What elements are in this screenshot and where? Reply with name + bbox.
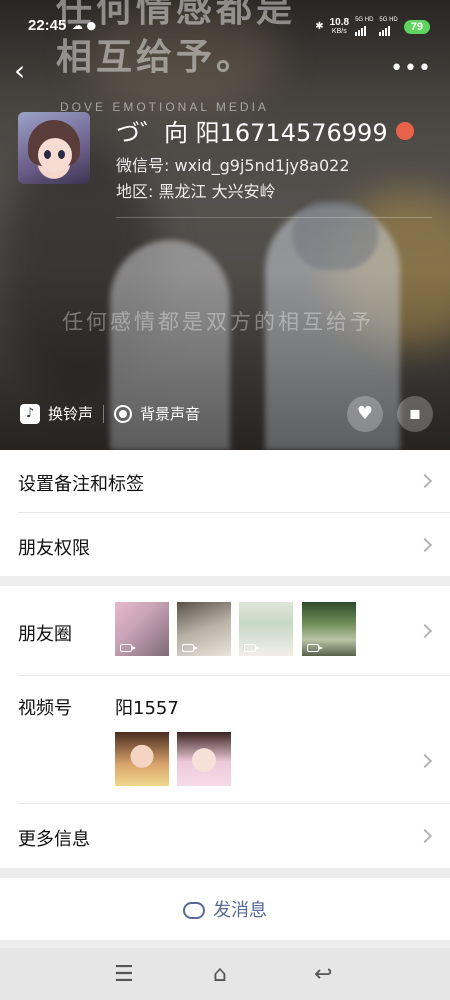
wechat-id: 微信号: wxid_g9j5nd1jy8a022 bbox=[116, 156, 350, 175]
wechat-contact-profile: 任何情感都是 相互给予。 DOVE EMOTIONAL MEDIA 任何感情都是… bbox=[0, 0, 450, 1000]
region: 地区: 黑龙江 大兴安岭 bbox=[116, 182, 276, 201]
top-nav: ‹ ••• bbox=[0, 52, 450, 92]
moments-thumb bbox=[239, 602, 293, 656]
notification-icons: ☁ ● bbox=[72, 19, 97, 32]
moments-label: 朋友圈 bbox=[18, 624, 72, 645]
sound-icon bbox=[114, 404, 133, 423]
return-icon[interactable]: ↩ bbox=[314, 962, 332, 987]
avatar[interactable] bbox=[18, 112, 90, 184]
music-note-icon: ♪ bbox=[20, 403, 40, 424]
channels-row[interactable]: 视频号 阳1557 bbox=[0, 676, 450, 804]
signal-1-icon bbox=[355, 24, 367, 36]
system-nav-bar: ☰ ⌂ ↩ bbox=[0, 948, 450, 1000]
sim2-label: 5G HD bbox=[379, 17, 398, 23]
status-time: 22:45 bbox=[28, 17, 67, 34]
sound-options: ♪ 换铃声 背景声音 bbox=[20, 403, 200, 424]
chevron-right-icon bbox=[417, 537, 433, 553]
chevron-right-icon bbox=[417, 473, 433, 489]
content-section: 朋友圈 视频号 阳1557 更多信息 bbox=[0, 586, 450, 868]
friend-permissions-row[interactable]: 朋友权限 bbox=[0, 513, 450, 576]
moments-thumb bbox=[302, 602, 356, 656]
channels-label: 视频号 bbox=[18, 698, 72, 719]
net-speed: 10.8 bbox=[329, 16, 350, 28]
net-unit: KB/s bbox=[331, 27, 347, 35]
more-dots-icon[interactable]: ••• bbox=[390, 56, 432, 81]
chevron-right-icon bbox=[417, 828, 433, 844]
sim1-label: 5G HD bbox=[355, 17, 374, 23]
menu-icon[interactable]: ☰ bbox=[114, 962, 134, 987]
video-icon bbox=[120, 644, 136, 652]
chat-bubble-icon bbox=[183, 902, 205, 919]
background-sound-button[interactable]: 背景声音 bbox=[140, 403, 200, 424]
settings-section: 设置备注和标签 朋友权限 bbox=[0, 450, 450, 576]
remark-tags-row[interactable]: 设置备注和标签 bbox=[0, 450, 450, 513]
moments-thumb bbox=[177, 602, 231, 656]
signal-2-icon bbox=[379, 24, 391, 36]
bluetooth-icon: ✱ bbox=[315, 21, 324, 32]
chevron-right-icon bbox=[417, 753, 433, 769]
status-bar: 22:45 ☁ ● ✱ 10.8 KB/s 5G HD 5G HD 79 bbox=[0, 0, 450, 40]
ringtone-button[interactable]: 换铃声 bbox=[48, 403, 93, 424]
divider bbox=[116, 217, 432, 218]
home-icon[interactable]: ⌂ bbox=[213, 962, 227, 987]
video-icon bbox=[244, 644, 260, 652]
more-info-label: 更多信息 bbox=[18, 829, 90, 850]
chevron-right-icon bbox=[417, 623, 433, 639]
moments-thumb bbox=[115, 602, 169, 656]
chevron-left-icon[interactable]: ‹ bbox=[14, 56, 25, 86]
friend-permissions-label: 朋友权限 bbox=[18, 538, 90, 559]
cover-caption: 任何感情都是双方的相互给予 bbox=[62, 310, 374, 334]
person-badge-icon bbox=[395, 121, 414, 140]
contact-name-row: づ゛向 阳16714576999 bbox=[116, 113, 414, 148]
moments-row[interactable]: 朋友圈 bbox=[0, 586, 450, 676]
contact-name: づ゛向 阳16714576999 bbox=[116, 119, 388, 147]
chat-bubble-icon[interactable]: ▪ bbox=[397, 396, 433, 432]
channels-name: 阳1557 bbox=[115, 698, 179, 719]
send-message-button[interactable]: 发消息 bbox=[0, 878, 450, 940]
battery-indicator: 79 bbox=[403, 19, 430, 34]
channels-thumb bbox=[115, 732, 169, 786]
heart-icon[interactable]: ♥ bbox=[347, 396, 383, 432]
cover-brand: DOVE EMOTIONAL MEDIA bbox=[60, 100, 269, 114]
send-message-label: 发消息 bbox=[213, 900, 267, 921]
video-icon bbox=[182, 644, 198, 652]
channels-thumb bbox=[177, 732, 231, 786]
remark-tags-label: 设置备注和标签 bbox=[18, 474, 144, 495]
video-icon bbox=[307, 644, 323, 652]
more-info-row[interactable]: 更多信息 bbox=[0, 804, 450, 868]
